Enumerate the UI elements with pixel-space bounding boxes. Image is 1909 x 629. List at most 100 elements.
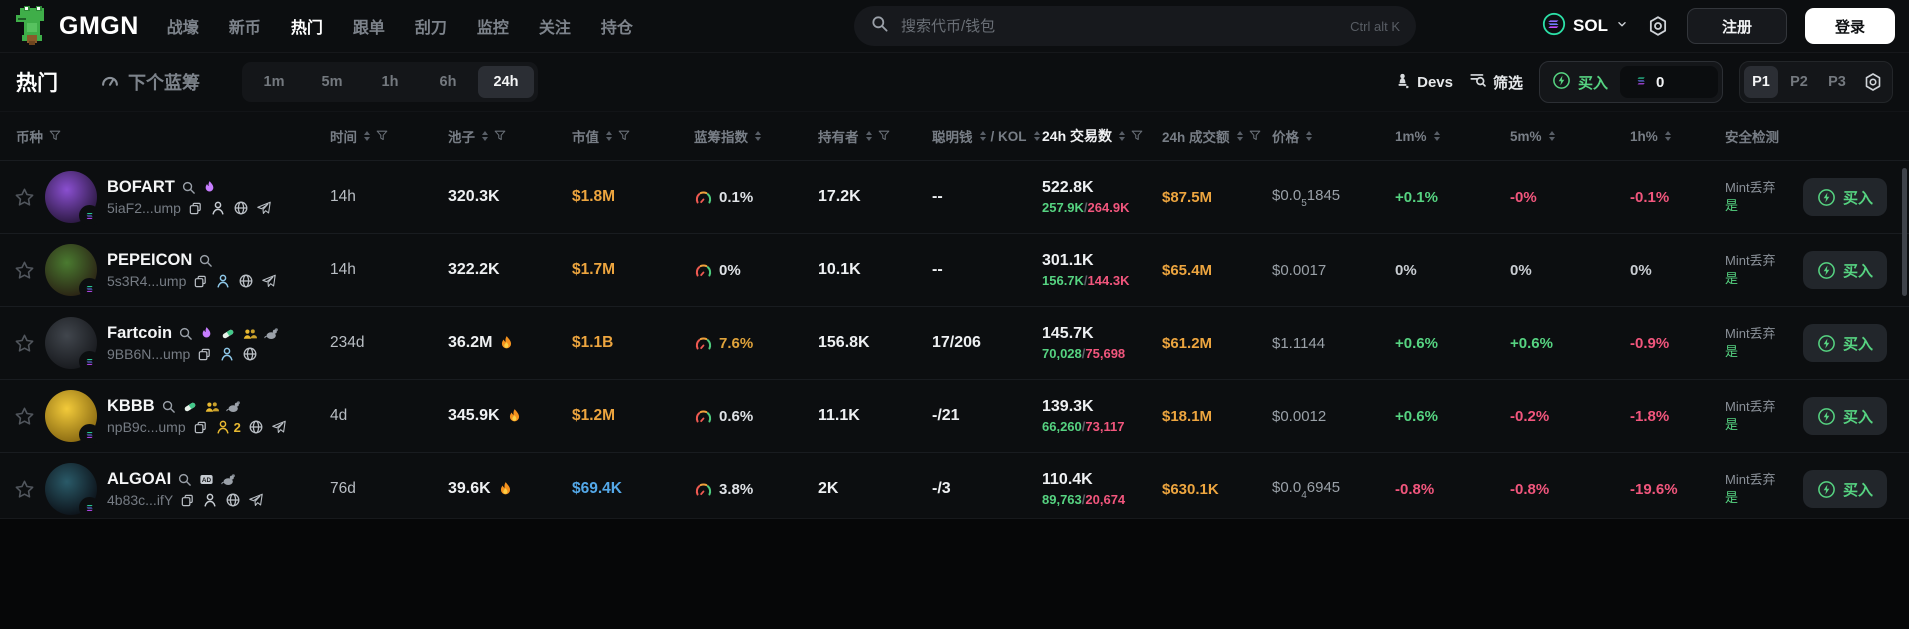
timeframe-5m[interactable]: 5m — [304, 66, 360, 98]
token-address[interactable]: npB9c...ump — [107, 419, 186, 435]
column-header-安全检测[interactable]: 安全检测 — [1715, 126, 1785, 146]
token-symbol[interactable]: PEPEICON — [107, 251, 192, 270]
column-header-持有者[interactable]: 持有者 — [808, 126, 922, 146]
funnel-filter-icon[interactable] — [493, 129, 507, 143]
token-search-icon[interactable] — [161, 399, 176, 414]
login-button[interactable]: 登录 — [1804, 8, 1895, 44]
buy-button[interactable]: 买入 — [1803, 470, 1888, 508]
timeframe-1m[interactable]: 1m — [246, 66, 302, 98]
column-header-5m%[interactable]: 5m% — [1500, 129, 1620, 144]
nav-item-跟单[interactable]: 跟单 — [353, 14, 385, 38]
sort-icon[interactable] — [1433, 131, 1440, 141]
vertical-scrollbar[interactable] — [1902, 168, 1907, 296]
token-search-icon[interactable] — [178, 326, 193, 341]
devs-toggle[interactable]: Devs — [1394, 72, 1453, 93]
sort-icon[interactable] — [606, 131, 612, 141]
token-search-icon[interactable] — [181, 180, 196, 195]
sort-icon[interactable] — [865, 131, 872, 141]
favorite-star-button[interactable] — [14, 406, 35, 427]
preset-P2[interactable]: P2 — [1782, 66, 1816, 98]
token-row-ALGOAI[interactable]: ALGOAI AD 4b83c...ifY 76d 39.6K $69.4K 3.8% 2K -… — [0, 452, 1909, 525]
copy-icon[interactable] — [193, 420, 208, 435]
token-symbol[interactable]: BOFART — [107, 178, 175, 197]
token-symbol[interactable]: ALGOAI — [107, 470, 171, 489]
funnel-filter-icon[interactable] — [48, 129, 62, 143]
nav-item-新币[interactable]: 新币 — [229, 14, 261, 38]
funnel-filter-icon[interactable] — [877, 129, 891, 143]
timeframe-1h[interactable]: 1h — [362, 66, 418, 98]
buy-button[interactable]: 买入 — [1803, 178, 1888, 216]
token-symbol[interactable]: KBBB — [107, 397, 155, 416]
telegram-icon[interactable] — [261, 273, 277, 289]
favorite-star-button[interactable] — [14, 187, 35, 208]
copy-icon[interactable] — [197, 347, 212, 362]
token-row-KBBB[interactable]: KBBB npB9c...ump 2 4d 345.9K $1.2M 0.6% 11.1K -/… — [0, 379, 1909, 452]
column-header-市值[interactable]: 市值 — [562, 126, 684, 146]
filter-toggle[interactable]: 筛选 — [1469, 71, 1523, 93]
token-search-icon[interactable] — [177, 472, 192, 487]
next-bluechip-tab[interactable]: 下个蓝筹 — [100, 69, 200, 95]
preset-P3[interactable]: P3 — [1820, 66, 1854, 98]
buy-button[interactable]: 买入 — [1803, 324, 1888, 362]
chain-selector[interactable]: SOL — [1542, 12, 1629, 41]
sort-icon[interactable] — [979, 131, 986, 141]
gmgn-logo[interactable]: GMGN — [14, 6, 139, 46]
buy-button[interactable]: 买入 — [1803, 251, 1888, 289]
timeframe-24h[interactable]: 24h — [478, 66, 534, 98]
person-icon[interactable] — [219, 346, 235, 362]
person-icon[interactable] — [215, 273, 231, 289]
copy-icon[interactable] — [193, 274, 208, 289]
favorite-star-button[interactable] — [14, 333, 35, 354]
token-row-Fartcoin[interactable]: Fartcoin 9BB6N...ump 234d 36.2M $1.1B 7.6% 156… — [0, 306, 1909, 379]
funnel-filter-icon[interactable] — [375, 129, 389, 143]
globe-icon[interactable] — [233, 200, 249, 216]
column-header-币种[interactable]: 币种 — [0, 126, 320, 146]
column-header-时间[interactable]: 时间 — [320, 126, 438, 146]
token-avatar[interactable] — [45, 171, 100, 226]
globe-icon[interactable] — [225, 492, 241, 508]
token-address[interactable]: 4b83c...ifY — [107, 492, 173, 508]
column-header-聪明钱[interactable]: 聪明钱 / KOL — [922, 126, 1040, 146]
gear-icon[interactable] — [1863, 72, 1883, 92]
search-input[interactable] — [899, 16, 1341, 36]
funnel-filter-icon[interactable] — [1248, 129, 1262, 143]
settings-hexagon-icon[interactable] — [1647, 15, 1669, 37]
globe-icon[interactable] — [242, 346, 258, 362]
quick-buy-control[interactable]: 买入 0 — [1538, 61, 1723, 103]
column-header-24h 交易数[interactable]: 24h 交易数 — [1032, 126, 1152, 146]
column-header-24h 成交额[interactable]: 24h 成交额 — [1152, 126, 1262, 146]
telegram-icon[interactable] — [271, 419, 287, 435]
copy-icon[interactable] — [180, 493, 195, 508]
column-header-1m%[interactable]: 1m% — [1385, 129, 1500, 144]
column-header-池子[interactable]: 池子 — [438, 126, 562, 146]
person-icon[interactable] — [202, 492, 218, 508]
timeframe-6h[interactable]: 6h — [420, 66, 476, 98]
token-search-icon[interactable] — [198, 253, 213, 268]
funnel-filter-icon[interactable] — [1130, 129, 1144, 143]
telegram-icon[interactable] — [256, 200, 272, 216]
token-avatar[interactable] — [45, 244, 100, 299]
column-header-1h%[interactable]: 1h% — [1620, 129, 1715, 144]
favorite-star-button[interactable] — [14, 479, 35, 500]
sort-icon[interactable] — [1119, 131, 1126, 141]
person-icon[interactable] — [210, 200, 226, 216]
copy-icon[interactable] — [188, 201, 203, 216]
sort-icon[interactable] — [1664, 131, 1671, 141]
sort-icon[interactable] — [1548, 131, 1555, 141]
nav-item-热门[interactable]: 热门 — [291, 14, 323, 38]
buy-button[interactable]: 买入 — [1803, 397, 1888, 435]
person-icon[interactable] — [215, 419, 231, 435]
nav-item-监控[interactable]: 监控 — [477, 14, 509, 38]
nav-item-战壕[interactable]: 战壕 — [167, 14, 199, 38]
globe-icon[interactable] — [248, 419, 264, 435]
favorite-star-button[interactable] — [14, 260, 35, 281]
nav-item-刮刀[interactable]: 刮刀 — [415, 14, 447, 38]
token-address[interactable]: 9BB6N...ump — [107, 346, 190, 362]
token-symbol[interactable]: Fartcoin — [107, 324, 172, 343]
preset-settings-button[interactable] — [1858, 66, 1888, 98]
column-header-价格[interactable]: 价格 — [1262, 126, 1385, 146]
sort-icon[interactable] — [1306, 131, 1312, 141]
nav-item-持仓[interactable]: 持仓 — [601, 14, 633, 38]
search-bar[interactable]: Ctrl alt K — [854, 6, 1417, 46]
nav-item-关注[interactable]: 关注 — [539, 14, 571, 38]
